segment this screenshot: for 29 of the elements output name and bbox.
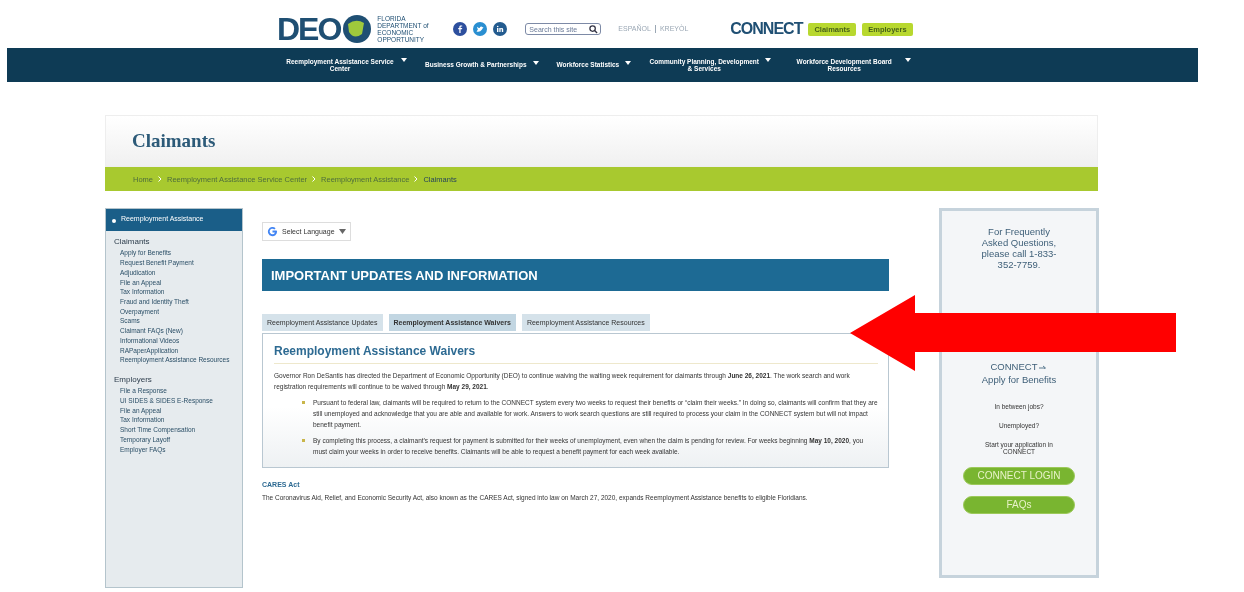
caret-icon[interactable] — [625, 61, 632, 66]
facebook-icon[interactable] — [453, 22, 468, 36]
caret-icon[interactable] — [401, 57, 407, 62]
linkedin-icon[interactable] — [493, 22, 508, 36]
caret-icon[interactable] — [532, 61, 539, 66]
faq-note: For Frequently Asked Questions, please call 1-833-352-7759. — [980, 227, 1058, 271]
sidebar-section-title[interactable]: Employers — [114, 374, 242, 384]
panel-heading: Reemployment Assistance Waivers — [274, 344, 878, 364]
dropdown-arrow-icon — [338, 229, 346, 234]
chevron-icon — [312, 176, 317, 182]
twitter-icon[interactable] — [473, 22, 488, 36]
google-icon — [267, 226, 278, 237]
chevron-icon — [158, 176, 162, 182]
page-title: Claimants — [132, 130, 216, 152]
arrow-icon — [1039, 363, 1048, 370]
banner-title: IMPORTANT UPDATES AND INFORMATION — [271, 267, 538, 283]
apply-heading: CONNECT — [990, 360, 1038, 372]
connect-logo[interactable]: CONNECT — [730, 20, 803, 38]
search-icon[interactable] — [589, 24, 599, 34]
caret-icon[interactable] — [905, 57, 912, 62]
apply-heading: Apply for Benefits — [981, 373, 1057, 385]
caret-icon[interactable] — [765, 57, 772, 62]
bullet-icon — [112, 219, 116, 223]
bullet-icon — [302, 401, 305, 405]
sidebar-section-title[interactable]: Claimants — [114, 237, 242, 247]
chevron-icon — [414, 176, 419, 182]
bullet-icon — [302, 439, 305, 443]
globe-logo-icon — [342, 14, 373, 44]
deo-logo[interactable]: DEO — [277, 13, 341, 45]
